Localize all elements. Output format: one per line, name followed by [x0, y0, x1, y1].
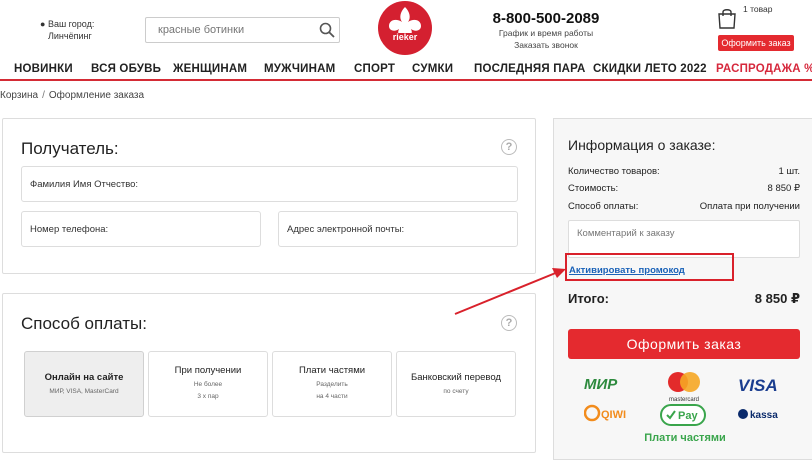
email-field[interactable] [278, 211, 518, 247]
payment-option-note: 3 х пар [197, 393, 219, 400]
phone-field[interactable] [21, 211, 261, 247]
recipient-title: Получатель: [21, 139, 119, 158]
payment-option-note: Не более [193, 381, 223, 388]
mastercard-logo-icon: mastercard [668, 372, 700, 403]
payment-title: Способ оплаты: [21, 314, 147, 333]
rieker-logo[interactable]: rieker [377, 0, 433, 56]
payment-option-note: Разделить [316, 381, 348, 388]
activate-promo-link[interactable]: Активировать промокод [569, 265, 685, 276]
recipient-panel: Получатель: ? [2, 118, 536, 274]
location-pin-icon: ● [40, 19, 46, 29]
nav-item-clearance[interactable]: РАСПРОДАЖА % [716, 63, 812, 75]
payment-panel: Способ оплаты: ? Онлайн на сайте МИР, VI… [2, 293, 536, 453]
cart-count: 1 товар [743, 4, 773, 14]
svg-text:МИР: МИР [584, 376, 618, 393]
search-input[interactable] [146, 18, 315, 42]
visa-logo-icon: VISA [738, 376, 778, 395]
nav-item-all-shoes[interactable]: ВСЯ ОБУВЬ [91, 63, 161, 75]
payment-option-title: При получении [174, 365, 242, 376]
payment-option-title: Плати частями [298, 365, 366, 376]
nav-item-sport[interactable]: СПОРТ [354, 63, 395, 75]
breadcrumb-current: Оформление заказа [48, 90, 145, 101]
search-icon [319, 22, 335, 38]
shopping-bag-icon[interactable] [716, 7, 738, 29]
search-button[interactable] [315, 18, 339, 42]
payment-option-online[interactable]: Онлайн на сайте МИР, VISA, MasterCard [24, 351, 144, 417]
phone-input[interactable] [22, 223, 260, 235]
callback-link[interactable]: Заказать звонок [480, 39, 612, 51]
city-label: Ваш город: [47, 19, 95, 29]
checkout-page: ● Ваш город: Линчёпинг rieker 8-800-500-… [0, 0, 812, 460]
qty-label: Количество товаров: [568, 166, 660, 177]
comment-input[interactable] [569, 221, 799, 257]
nav-item-men[interactable]: МУЖЧИНАМ [264, 63, 335, 75]
payment-option-on-delivery[interactable]: При получении Не более 3 х пар [148, 351, 268, 417]
schedule-link[interactable]: График и время работы [480, 27, 612, 39]
nav-item-last-pair[interactable]: ПОСЛЕДНЯЯ ПАРА [474, 63, 586, 75]
payment-option-note: МИР, VISA, MasterCard [49, 388, 119, 395]
header-order-button[interactable]: Оформить заказ [718, 35, 794, 51]
nav-item-bags[interactable]: СУМКИ [412, 63, 453, 75]
submit-order-button[interactable]: Оформить заказ [568, 329, 800, 359]
installments-label: Плати частями [644, 432, 726, 444]
payment-option-installments[interactable]: Плати частями Разделить на 4 части [272, 351, 392, 417]
total-label: Итого: [568, 291, 609, 306]
nav-item-women[interactable]: ЖЕНЩИНАМ [173, 63, 247, 75]
full-name-field[interactable] [21, 166, 518, 202]
main-nav: НОВИНКИ ВСЯ ОБУВЬ ЖЕНЩИНАМ МУЖЧИНАМ СПОР… [0, 61, 812, 81]
city-selector[interactable]: ● Ваш город: Линчёпинг [40, 18, 94, 42]
email-input[interactable] [279, 223, 517, 235]
nav-item-new[interactable]: НОВИНКИ [14, 63, 73, 75]
mir-logo-icon: МИР [584, 376, 618, 393]
search-box[interactable] [145, 17, 340, 43]
payment-option-note: по счету [443, 388, 469, 395]
city-name[interactable]: Линчёпинг [40, 30, 94, 42]
qty-row: Количество товаров: 1 шт. [568, 166, 800, 177]
payment-option-title: Онлайн на сайте [44, 372, 124, 383]
full-name-input[interactable] [22, 178, 517, 190]
payment-method-value: Оплата при получении [699, 201, 800, 212]
cost-label: Стоимость: [568, 183, 619, 194]
total-value: 8 850 ₽ [754, 291, 800, 306]
payment-option-bank-transfer[interactable]: Банковский перевод по счету [396, 351, 516, 417]
svg-text:QIWI: QIWI [601, 409, 626, 421]
help-icon[interactable]: ? [501, 139, 517, 155]
cost-value: 8 850 ₽ [767, 183, 800, 194]
gpay-logo-icon: Pay [660, 404, 706, 426]
payment-method-label: Способ оплаты: [568, 201, 639, 212]
phone-number[interactable]: 8-800-500-2089 [480, 10, 612, 27]
breadcrumb-separator: / [42, 90, 45, 101]
breadcrumb-cart[interactable]: Корзина [0, 90, 38, 101]
total-row: Итого: 8 850 ₽ [568, 291, 800, 307]
nav-item-summer-sale[interactable]: СКИДКИ ЛЕТО 2022 [593, 63, 707, 75]
svg-text:kassa: kassa [750, 410, 778, 421]
payment-method-row: Способ оплаты: Оплата при получении [568, 201, 800, 212]
order-info-panel: Информация о заказе: Количество товаров:… [553, 118, 812, 460]
order-info-title: Информация о заказе: [568, 137, 716, 153]
help-icon[interactable]: ? [501, 315, 517, 331]
qty-value: 1 шт. [778, 166, 800, 177]
logo-icon: rieker [378, 1, 432, 55]
payment-option-title: Банковский перевод [411, 372, 501, 383]
svg-text:Pay: Pay [678, 410, 698, 422]
yukassa-logo-icon: kassa [738, 409, 778, 421]
svg-text:VISA: VISA [738, 376, 778, 395]
qiwi-logo-icon: QIWI [584, 404, 626, 422]
breadcrumb: Корзина / Оформление заказа [0, 90, 144, 101]
contact-block: 8-800-500-2089 График и время работы Зак… [480, 10, 612, 51]
cost-row: Стоимость: 8 850 ₽ [568, 183, 800, 194]
logo-text: rieker [393, 32, 418, 42]
payment-option-note: на 4 части [316, 393, 348, 400]
